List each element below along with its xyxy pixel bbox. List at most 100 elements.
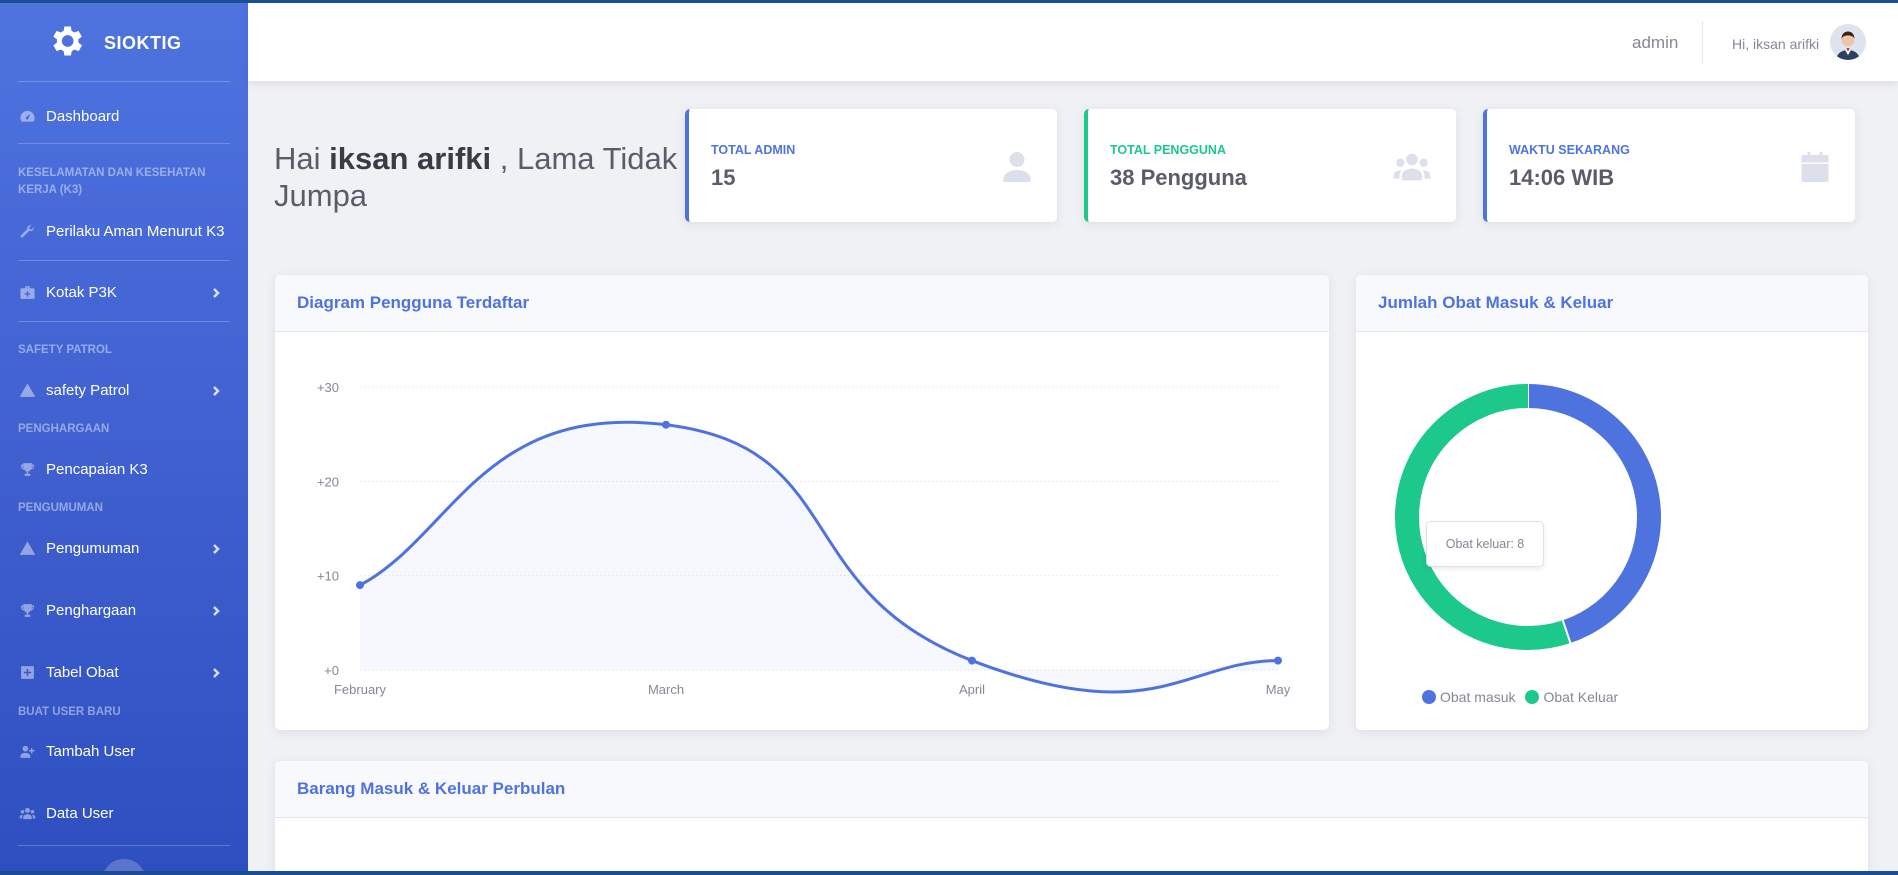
- users-icon: [18, 804, 36, 822]
- sidebar-item-label: Tambah User: [46, 742, 136, 760]
- legend-dot: [1422, 690, 1436, 704]
- sidebar-heading-pengumuman: PENGUMUMAN: [18, 502, 103, 514]
- stat-label: TOTAL ADMIN: [711, 143, 796, 157]
- legend-item-masuk[interactable]: Obat masuk: [1422, 689, 1515, 705]
- chart-legend: Obat masuk Obat Keluar: [1422, 689, 1618, 705]
- y-tick-label: +30: [317, 380, 339, 395]
- registered-users-chart-card: Diagram Pengguna Terdaftar +0 +10 +20 +30 Fe…: [275, 275, 1329, 730]
- stat-value: 15: [711, 165, 736, 190]
- sidebar-divider: [18, 321, 230, 322]
- legend-label: Obat Keluar: [1543, 689, 1619, 705]
- medkit-icon: [18, 283, 36, 301]
- line-chart: +0 +10 +20 +30 February March April May: [317, 380, 1291, 697]
- user-greeting[interactable]: Hi, iksan arifki: [1732, 36, 1819, 52]
- wrench-icon: [18, 222, 36, 240]
- y-tick-label: +20: [317, 474, 339, 489]
- sidebar-divider: [18, 81, 230, 82]
- sidebar-item-label: Tabel Obat: [46, 663, 119, 681]
- sidebar-item-kotak-p3k[interactable]: Kotak P3K: [18, 283, 230, 301]
- sidebar-divider: [18, 260, 230, 261]
- chevron-right-icon: [210, 286, 222, 298]
- stat-label: WAKTU SEKARANG: [1509, 143, 1630, 157]
- sidebar-item-label: Pencapaian K3: [46, 460, 148, 478]
- chevron-right-icon: [210, 666, 222, 678]
- data-point: [1274, 656, 1282, 665]
- y-tick-label: +0: [324, 663, 339, 678]
- stat-value: 14:06 WIB: [1509, 165, 1615, 190]
- users-icon: [1390, 145, 1434, 189]
- stat-value: 38 Pengguna: [1110, 165, 1247, 190]
- topbar: admin Hi, iksan arifki: [248, 3, 1898, 81]
- sidebar-item-perilaku[interactable]: Perilaku Aman Menurut K3: [18, 222, 230, 240]
- tachometer-icon: [18, 107, 36, 125]
- sidebar-toggle-button[interactable]: [102, 859, 146, 871]
- sidebar-item-data-user[interactable]: Data User: [18, 804, 230, 822]
- card-title: Jumlah Obat Masuk & Keluar: [1356, 275, 1868, 332]
- legend-dot: [1525, 690, 1540, 704]
- stat-card-total-pengguna: TOTAL PENGGUNA 38 Pengguna: [1084, 109, 1456, 222]
- sidebar-item-dashboard[interactable]: Dashboard: [18, 107, 230, 125]
- plus-square-icon: [18, 663, 36, 681]
- sidebar-heading-penghargaan: PENGHARGAAN: [18, 423, 110, 435]
- sidebar-item-safety-patrol[interactable]: safety Patrol: [18, 381, 230, 399]
- stat-card-total-admin: TOTAL ADMIN 15: [685, 109, 1057, 222]
- sidebar-item-label: Perilaku Aman Menurut K3: [46, 222, 225, 240]
- app-viewport: SIOKTIG Dashboard KESELAMATAN DAN KESEHA…: [0, 3, 1898, 871]
- warning-icon: [18, 539, 36, 557]
- sidebar-item-label: Data User: [46, 804, 114, 822]
- sidebar-item-tabel-obat[interactable]: Tabel Obat: [18, 663, 230, 681]
- trophy-icon: [18, 460, 36, 478]
- sidebar-heading-safety: SAFETY PATROL: [18, 344, 112, 356]
- donut-slice: [1527, 384, 1661, 644]
- greeting-prefix: Hai: [274, 141, 321, 176]
- donut-slice: [1395, 384, 1571, 650]
- x-tick-label: April: [959, 682, 985, 697]
- legend-item-keluar[interactable]: Obat Keluar: [1525, 689, 1618, 705]
- sidebar-item-label: safety Patrol: [46, 381, 130, 399]
- calendar-icon: [1789, 145, 1833, 189]
- data-point: [662, 420, 670, 429]
- data-point: [968, 656, 976, 665]
- data-point: [356, 581, 364, 590]
- x-tick-label: May: [1266, 682, 1291, 697]
- sidebar-heading-user: BUAT USER BARU: [18, 706, 121, 718]
- brand-name: SIOKTIG: [104, 33, 182, 53]
- sidebar-item-penghargaan[interactable]: Penghargaan: [18, 601, 230, 619]
- medicine-donut-card: Jumlah Obat Masuk & Keluar Obat keluar: …: [1356, 275, 1868, 730]
- sidebar-item-label: Kotak P3K: [46, 283, 117, 301]
- sidebar-divider: [18, 143, 230, 144]
- x-tick-label: March: [648, 682, 684, 697]
- card-title: Diagram Pengguna Terdaftar: [275, 275, 1329, 332]
- sidebar-item-label: Penghargaan: [46, 601, 137, 619]
- chevron-right-icon: [210, 604, 222, 616]
- topbar-divider: [1702, 21, 1703, 64]
- sidebar-divider: [18, 845, 230, 846]
- chevron-right-icon: [210, 542, 222, 554]
- sidebar-item-pengumuman[interactable]: Pengumuman: [18, 539, 230, 557]
- monthly-goods-card: Barang Masuk & Keluar Perbulan: [275, 761, 1868, 871]
- welcome-greeting: Hai iksan arifki , Lama Tidak Jumpa: [274, 140, 684, 214]
- trophy-icon: [18, 601, 36, 619]
- sidebar-item-label: Pengumuman: [46, 539, 140, 557]
- stat-label: TOTAL PENGGUNA: [1110, 143, 1226, 157]
- stat-card-waktu-sekarang: WAKTU SEKARANG 14:06 WIB: [1483, 109, 1855, 222]
- avatar[interactable]: [1830, 24, 1866, 60]
- brand[interactable]: SIOKTIG: [0, 3, 248, 84]
- sidebar-item-label: Dashboard: [46, 107, 120, 125]
- sidebar-item-pencapaian[interactable]: Pencapaian K3: [18, 460, 230, 478]
- warning-icon: [18, 381, 36, 399]
- card-title: Barang Masuk & Keluar Perbulan: [275, 761, 1868, 818]
- admin-link[interactable]: admin: [1632, 33, 1678, 53]
- gear-icon: [46, 21, 86, 66]
- x-tick-label: February: [334, 682, 387, 697]
- legend-label: Obat masuk: [1440, 689, 1516, 705]
- sidebar: SIOKTIG Dashboard KESELAMATAN DAN KESEHA…: [0, 3, 248, 871]
- sidebar-item-tambah-user[interactable]: Tambah User: [18, 742, 230, 760]
- user-plus-icon: [18, 742, 36, 760]
- sidebar-heading-k3: KESELAMATAN DAN KESEHATAN KERJA (K3): [18, 167, 206, 196]
- y-tick-label: +10: [317, 569, 339, 584]
- user-icon: [991, 145, 1035, 189]
- greeting-name: iksan arifki: [329, 141, 492, 176]
- chart-tooltip: Obat keluar: 8: [1426, 521, 1544, 567]
- chevron-right-icon: [210, 384, 222, 396]
